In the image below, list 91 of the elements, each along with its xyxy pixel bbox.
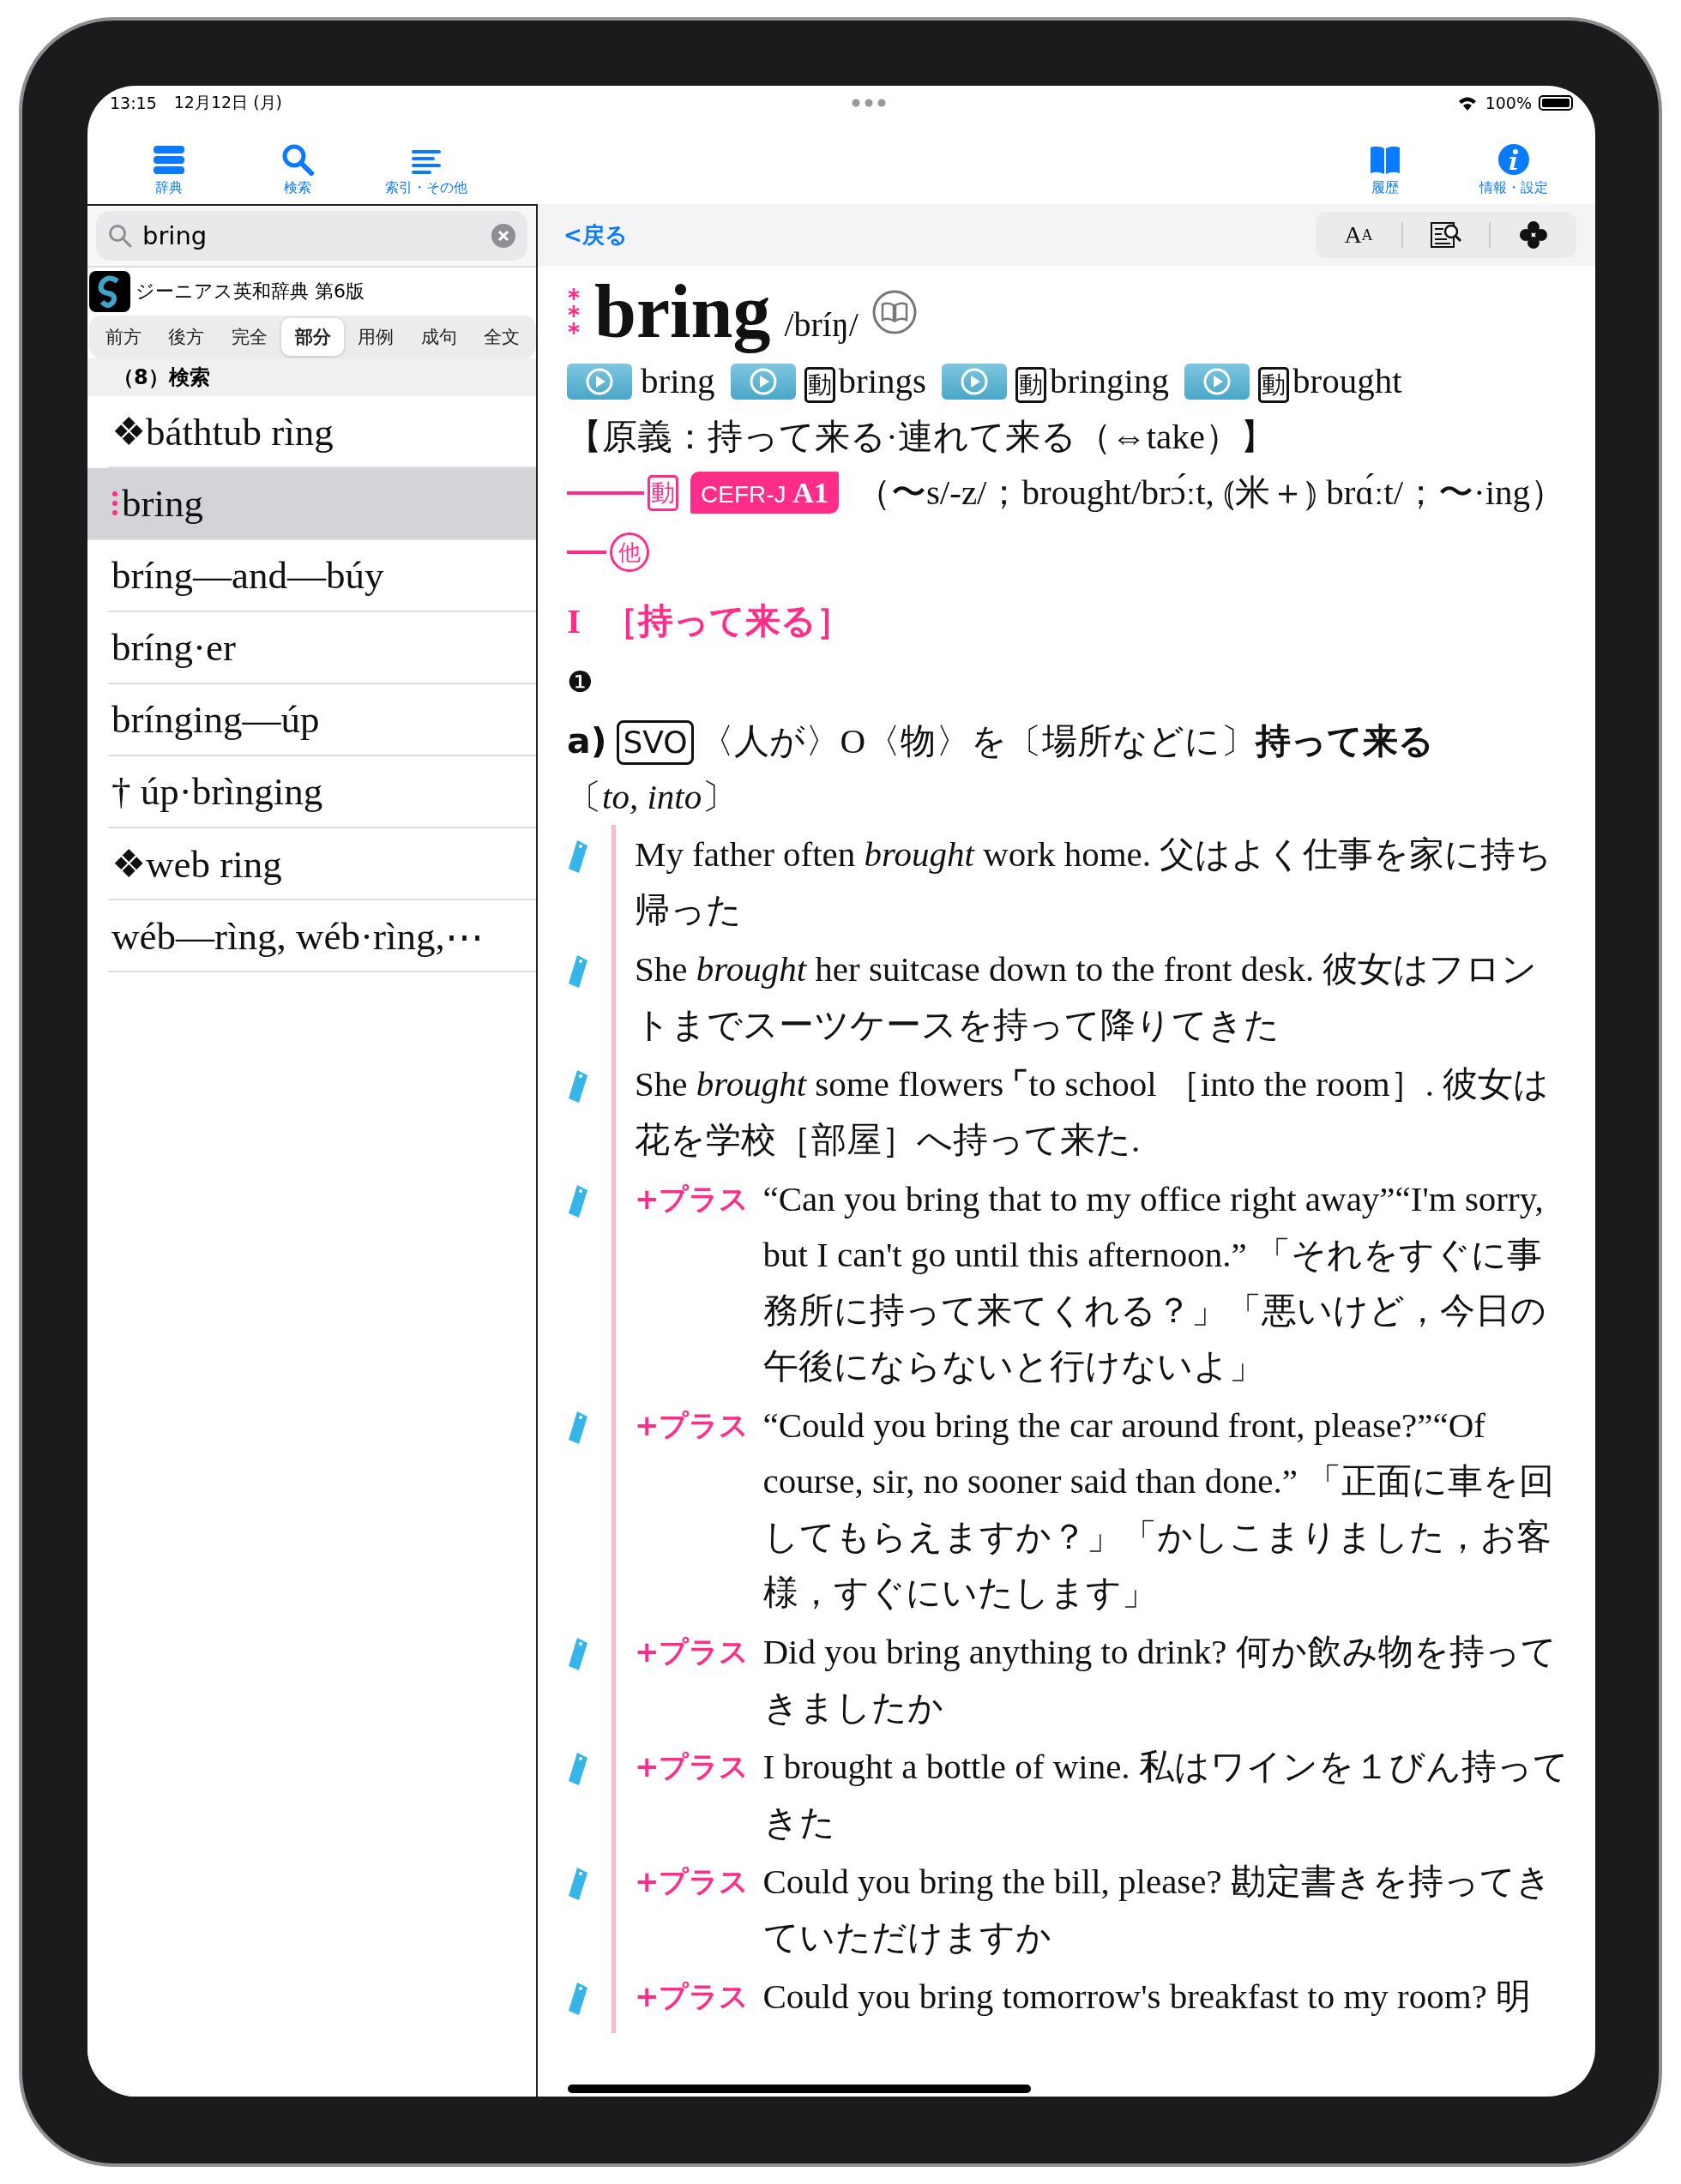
list-icon xyxy=(411,148,442,176)
example-sentence: Did you bring anything to drink? 何か飲み物を持ってきましたか xyxy=(762,1631,1557,1729)
transitive-mark: 他 xyxy=(610,532,649,572)
battery-percent: 100% xyxy=(1485,93,1532,112)
clover-dots-icon xyxy=(1519,220,1548,250)
verb-tag: 動 xyxy=(804,367,835,403)
toolbar-button[interactable]: 情報・設定 xyxy=(1449,143,1578,197)
back-link[interactable]: <戻る xyxy=(563,220,628,250)
plus-tag: +プラス xyxy=(635,1171,750,1227)
result-list-item[interactable]: brínging—úp xyxy=(108,684,536,756)
etymology-note: 【原義：持って来る·連れて来る（⇔take）】 xyxy=(567,417,1275,456)
word-form: brings xyxy=(838,361,927,400)
sense-heading: ［持って来る］ xyxy=(602,600,852,641)
battery-icon xyxy=(1539,95,1573,111)
play-icon xyxy=(1202,366,1232,396)
info-icon xyxy=(1497,143,1530,176)
pen-tag-icon xyxy=(567,839,589,875)
toolbar-button[interactable]: 索引・その他 xyxy=(362,148,491,197)
search-mode-segment[interactable]: 後方 xyxy=(154,318,219,356)
pronunciation: /bríŋ/ xyxy=(784,304,859,346)
verb-tag: 動 xyxy=(1258,367,1289,403)
toolbar-button[interactable]: 検索 xyxy=(233,143,362,197)
cefr-level-badge: CEFR-J A1 xyxy=(690,472,839,514)
play-icon xyxy=(960,366,990,396)
example-sentence: I brought a bottle of wine. 私はワインを１びん持ってきた xyxy=(762,1746,1570,1844)
plus-tag: +プラス xyxy=(635,1398,750,1453)
sense-numeral: I xyxy=(567,601,581,641)
status-time: 13:15 xyxy=(110,93,157,112)
result-list-item[interactable]: bríng·er xyxy=(108,612,536,684)
search-mode-segment[interactable]: 用例 xyxy=(344,318,407,356)
word-form: bringing xyxy=(1050,361,1169,400)
document-search-icon xyxy=(1430,221,1462,249)
toolbar-button[interactable]: 辞典 xyxy=(105,145,233,197)
toolbar-button[interactable]: 履歴 xyxy=(1321,145,1449,197)
open-book-icon xyxy=(1369,145,1401,176)
search-bar[interactable]: bring xyxy=(96,211,527,261)
search-icon xyxy=(108,224,132,248)
verb-tag: 動 xyxy=(1015,367,1047,403)
preposition-note: 〔to, into〕 xyxy=(567,776,738,818)
plus-tag: +プラス xyxy=(635,1739,750,1795)
result-list-item[interactable]: † úp·brìnging xyxy=(108,756,536,828)
dictionary-title: ジーニアス英和辞典 第6版 xyxy=(136,280,365,304)
plus-tag: +プラス xyxy=(635,1854,750,1910)
app-logo-icon xyxy=(89,271,130,312)
pen-tag-icon xyxy=(567,1068,589,1104)
inflection-note: （〜s/-z/；brought/brɔ́ːt, ⦅米＋⦆ brɑ́ːt/；〜·ing） xyxy=(855,472,1566,514)
dictionary-stack-icon xyxy=(152,145,186,176)
search-mode-segment[interactable]: 部分 xyxy=(280,318,345,356)
result-list-item[interactable]: bring xyxy=(87,468,536,540)
sense-number: ❶ xyxy=(567,665,593,699)
open-book-icon[interactable] xyxy=(871,290,917,334)
pen-tag-icon xyxy=(567,1410,589,1446)
result-count-header: （8）検索 xyxy=(113,365,210,389)
clear-icon[interactable] xyxy=(491,224,515,248)
example-sentence: She brought some flowers ⌜to school ［into the room］. 彼女は花を学校［部屋］へ持って来た. xyxy=(635,1063,1551,1161)
example-sentence: “Could you bring the car around front, please?”“Of course, sir, no sooner said than done.” 「正面に車を回してもらえますか？」「かしこまりました，お客様，すぐにいたします」 xyxy=(762,1405,1556,1614)
plus-tag: +プラス xyxy=(635,1624,750,1680)
word-form: bring xyxy=(641,361,715,400)
audio-play-button[interactable] xyxy=(567,363,632,400)
search-mode-segment[interactable]: 完全 xyxy=(218,318,281,356)
pattern-tag: SVO xyxy=(617,720,694,765)
definition-text: 〈人が〉O〈物〉を〔場所などに〕持って来る xyxy=(698,721,1435,761)
pen-tag-icon xyxy=(567,1981,589,2017)
pen-tag-icon xyxy=(567,1183,589,1219)
pen-tag-icon xyxy=(567,1636,589,1672)
result-list-item[interactable]: bríng—and—búy xyxy=(108,540,536,612)
multitask-dots-icon[interactable] xyxy=(852,99,887,107)
pen-tag-icon xyxy=(567,1751,589,1787)
example-sentence: Could you bring tomorrow's breakfast to my room? 明 xyxy=(762,1976,1532,2018)
example-sentence: Could you bring the bill, please? 勘定書きを持ってきていただけますか xyxy=(762,1861,1552,1958)
result-list-item[interactable]: ❖web ring xyxy=(108,828,536,900)
headword: bring xyxy=(594,271,771,353)
text-size-button[interactable]: AA xyxy=(1316,212,1401,258)
status-date: 12月12日 (月) xyxy=(173,92,282,113)
search-mode-segment[interactable]: 成句 xyxy=(407,318,471,356)
play-icon xyxy=(748,366,778,396)
pen-tag-icon xyxy=(567,1866,589,1902)
subsense-letter: a) xyxy=(567,720,607,761)
audio-play-button[interactable] xyxy=(1184,363,1250,400)
pen-tag-icon xyxy=(567,954,589,990)
play-icon xyxy=(585,366,614,396)
example-sentence: “Can you bring that to my office right away”“I'm sorry, but I can't go until this afternoon.” 「それをすぐに事務所に持って来てくれる？」「悪いけど，今日の午後にならないと行けないよ」 xyxy=(762,1178,1547,1387)
audio-play-button[interactable] xyxy=(942,363,1008,400)
search-icon xyxy=(281,143,314,176)
plus-tag: +プラス xyxy=(635,1969,750,2025)
part-of-speech-tag: 動 xyxy=(648,474,678,511)
search-mode-segment[interactable]: 前方 xyxy=(92,318,155,356)
word-form: brought xyxy=(1292,361,1402,400)
search-mode-segment[interactable]: 全文 xyxy=(470,318,534,356)
result-list-item[interactable]: wéb—rìng, wéb·rìng,⋯ xyxy=(108,900,536,972)
audio-play-button[interactable] xyxy=(730,363,796,400)
